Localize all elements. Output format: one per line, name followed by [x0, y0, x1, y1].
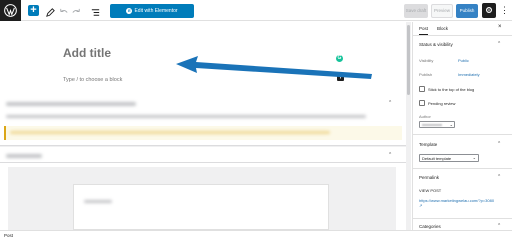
blurred-card-text	[84, 200, 112, 203]
editor-statusbar: Post	[0, 230, 512, 241]
view-post-label: VIEW POST	[419, 188, 442, 193]
sidebar-divider	[413, 218, 512, 219]
sidebar-tabs: Post Block ×	[413, 22, 512, 36]
tab-block[interactable]: Block	[437, 26, 448, 31]
stick-to-top-checkbox[interactable]	[419, 86, 425, 92]
chevron-up-icon[interactable]: ⌃	[497, 223, 501, 229]
chevron-up-icon[interactable]: ⌃	[388, 153, 392, 158]
chevron-up-icon[interactable]: ⌃	[388, 101, 392, 106]
blurred-author-value	[422, 124, 442, 126]
close-icon[interactable]: ×	[498, 24, 502, 30]
chevron-up-icon[interactable]: ⌃	[497, 41, 501, 47]
author-select[interactable]: ⌄	[419, 121, 455, 128]
permalink-title[interactable]: Permalink	[419, 175, 439, 180]
pending-review-checkbox[interactable]	[419, 100, 425, 106]
publish-label: Publish	[419, 72, 433, 77]
breadcrumb[interactable]: Post	[4, 233, 13, 238]
status-visibility-title[interactable]: Status & visibility	[419, 42, 453, 47]
author-label: Author	[419, 114, 431, 119]
permalink-url-text: https://www.marketingwelau.com/?p=3080	[419, 198, 495, 203]
settings-sidebar: Post Block × Status & visibility ⌃ Visib…	[412, 22, 512, 230]
visibility-value[interactable]: Public	[458, 58, 469, 63]
tab-post[interactable]: Post	[419, 26, 429, 35]
editor-scrollbar-thumb[interactable]	[407, 25, 410, 95]
sidebar-divider	[413, 134, 512, 135]
external-link-icon: ↗	[419, 203, 423, 208]
template-select[interactable]: Default template ⌄	[419, 154, 479, 162]
pending-review-label: Pending review	[428, 101, 456, 106]
blurred-meta-text	[6, 115, 366, 118]
chevron-up-icon[interactable]: ⌃	[497, 174, 501, 180]
chevron-down-icon: ⌄	[449, 122, 453, 127]
categories-title[interactable]: Categories	[419, 224, 441, 229]
visibility-label: Visibility	[419, 58, 434, 63]
template-select-value: Default template	[422, 156, 452, 161]
chevron-up-icon[interactable]: ⌃	[497, 141, 501, 147]
meta-box-2-card	[73, 184, 329, 230]
permalink-url-link[interactable]: https://www.marketingwelau.com/?p=3080 ↗	[419, 198, 495, 208]
chevron-down-icon: ⌄	[472, 155, 476, 160]
publish-value[interactable]: Immediately	[458, 72, 480, 77]
blurred-notice-text	[10, 131, 330, 134]
stick-to-top-label: Stick to the top of the blog	[428, 87, 475, 92]
sidebar-divider	[413, 168, 512, 169]
blurred-meta-title	[6, 102, 136, 106]
template-title[interactable]: Template	[419, 142, 437, 147]
meta-box-2-header	[0, 147, 406, 163]
blurred-meta-2-title	[6, 154, 42, 158]
